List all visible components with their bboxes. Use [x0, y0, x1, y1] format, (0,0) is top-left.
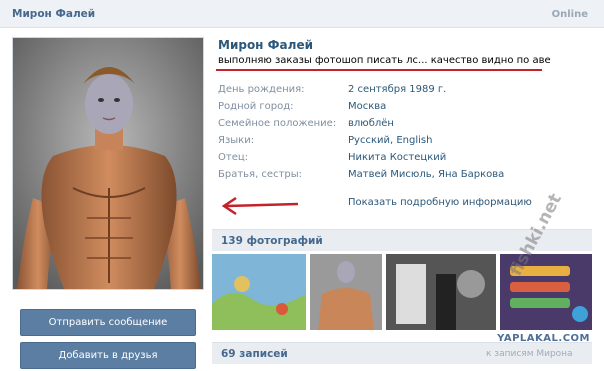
photo-thumb[interactable]: [212, 254, 306, 330]
profile-status: выполняю заказы фотошоп писать лс... кач…: [218, 55, 551, 66]
info-value[interactable]: Русский, English: [348, 135, 432, 146]
online-status: Online: [551, 9, 588, 20]
photo-thumb[interactable]: [310, 254, 382, 330]
red-underline: [216, 69, 542, 71]
send-message-button[interactable]: Отправить сообщение: [20, 309, 196, 336]
info-label: Языки:: [218, 135, 255, 146]
posts-count[interactable]: 69 записей: [221, 348, 288, 360]
info-label: Братья, сестры:: [218, 169, 303, 180]
info-label: Родной город:: [218, 101, 294, 112]
red-arrow-icon: [221, 196, 299, 216]
info-value[interactable]: влюблён: [348, 118, 394, 129]
avatar[interactable]: [12, 37, 204, 290]
info-label: День рождения:: [218, 84, 305, 95]
wall-link[interactable]: к записям Мирона: [486, 349, 573, 359]
info-value[interactable]: Никита Костецкий: [348, 152, 446, 163]
header-name[interactable]: Мирон Фалей: [12, 8, 95, 20]
info-value[interactable]: Москва: [348, 101, 386, 112]
info-value[interactable]: 2 сентября 1989 г.: [348, 84, 446, 95]
info-value[interactable]: Матвей Мисюль, Яна Баркова: [348, 169, 504, 180]
photos-count[interactable]: 139 фотографий: [221, 235, 323, 247]
profile-name: Мирон Фалей: [218, 38, 313, 52]
info-label: Семейное положение:: [218, 118, 337, 129]
info-label: Отец:: [218, 152, 249, 163]
site-watermark: YAPLAKAL.COM: [497, 333, 590, 344]
show-more-link[interactable]: Показать подробную информацию: [348, 197, 532, 208]
photo-thumb[interactable]: [386, 254, 496, 330]
profile-header: Мирон Фалей Online: [0, 0, 604, 28]
add-friend-button[interactable]: Добавить в друзья: [20, 342, 196, 369]
